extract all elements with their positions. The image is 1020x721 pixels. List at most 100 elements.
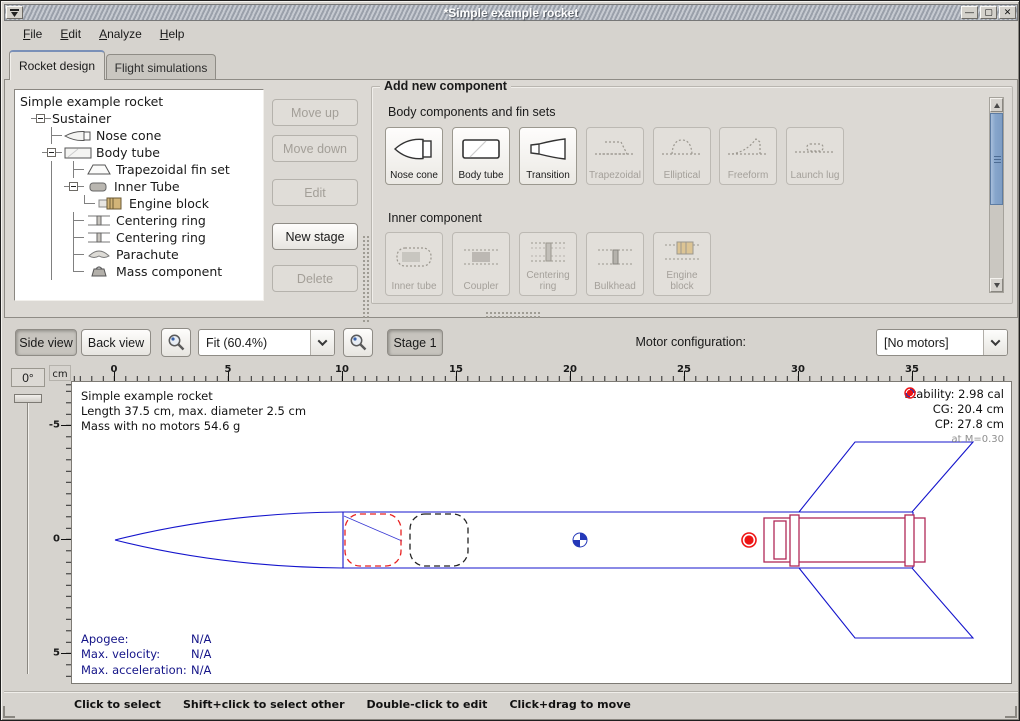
add-launch-lug-button[interactable]: Launch lug	[786, 127, 844, 185]
move-up-button[interactable]: Move up	[272, 99, 358, 126]
add-freeform-fin-button[interactable]: Freeform	[719, 127, 777, 185]
menu-bar: File Edit Analyze Help	[4, 22, 1018, 45]
window-menu-button[interactable]	[6, 6, 23, 19]
horizontal-ruler: 0 5 10 15 20 25 30 35	[71, 365, 1012, 381]
app-window: *Simple example rocket — ▢ ✕ File Edit A…	[0, 0, 1020, 721]
rotation-slider[interactable]	[27, 396, 29, 674]
tree-row-rocket[interactable]: Simple example rocket	[18, 93, 263, 110]
tree-row-nose-cone[interactable]: Nose cone	[18, 127, 263, 144]
engine-block-icon	[97, 197, 125, 210]
velocity-value: N/A	[191, 647, 211, 661]
resize-grip-left[interactable]	[3, 706, 15, 718]
body-section-label: Body components and fin sets	[388, 105, 555, 119]
add-nose-cone-button[interactable]: Nose cone	[385, 127, 443, 185]
rocket-canvas[interactable]: Simple example rocket Length 37.5 cm, ma…	[71, 381, 1012, 684]
add-elliptical-fin-button[interactable]: Elliptical	[653, 127, 711, 185]
cg-marker[interactable]	[573, 533, 587, 547]
horizontal-splitter[interactable]	[485, 311, 541, 318]
scroll-down-button[interactable]	[990, 278, 1003, 292]
tree-row-sustainer[interactable]: Sustainer	[18, 110, 263, 127]
delete-button[interactable]: Delete	[272, 265, 358, 292]
combo-arrow[interactable]	[983, 330, 1007, 355]
hint-double-click: Double-click to edit	[367, 698, 488, 711]
tab-rocket-design[interactable]: Rocket design	[9, 50, 105, 80]
tree-row-centering-ring-1[interactable]: Centering ring	[18, 212, 263, 229]
component-scrollbar[interactable]	[989, 97, 1004, 293]
motor-config-combo[interactable]: [No motors]	[876, 329, 1008, 356]
maximize-button[interactable]: ▢	[980, 6, 997, 19]
vertical-ruler: -5 0 5	[49, 381, 71, 684]
add-component-group: Add new component Body components and fi…	[371, 86, 1013, 304]
add-trapezoidal-fin-button[interactable]: Trapezoidal	[586, 127, 644, 185]
back-view-button[interactable]: Back view	[81, 329, 151, 356]
arrow-up-icon	[994, 103, 1000, 108]
tab-flight-simulations[interactable]: Flight simulations	[106, 54, 216, 80]
zoom-level-combo[interactable]: Fit (60.4%)	[198, 329, 335, 356]
zoom-in-button[interactable]	[343, 328, 373, 357]
hint-shift-click: Shift+click to select other	[183, 698, 345, 711]
cp-marker[interactable]	[742, 533, 756, 547]
rotation-slider-thumb[interactable]	[14, 394, 42, 403]
mass-component-outline[interactable]	[410, 514, 468, 566]
centering-ring-2-outline[interactable]	[905, 515, 914, 566]
zoom-out-button[interactable]	[161, 328, 191, 357]
resize-grip-right[interactable]	[1005, 706, 1017, 718]
expander-icon[interactable]	[36, 114, 45, 123]
side-view-button[interactable]: Side view	[15, 329, 77, 356]
chevron-down-icon	[991, 336, 1001, 346]
nose-cone-icon	[393, 136, 435, 162]
component-tree[interactable]: Simple example rocket Sustainer Nose con…	[14, 89, 264, 301]
inner-tube-icon	[393, 245, 435, 269]
menu-help[interactable]: Help	[151, 24, 194, 44]
add-inner-tube-button[interactable]: Inner tube	[385, 232, 443, 296]
tree-row-body-tube[interactable]: Body tube	[18, 144, 263, 161]
tree-row-fin-set[interactable]: Trapezoidal fin set	[18, 161, 263, 178]
combo-arrow[interactable]	[310, 330, 334, 355]
parachute-outline[interactable]	[345, 514, 401, 566]
add-centering-ring-button[interactable]: Centering ring	[519, 232, 577, 296]
minimize-button[interactable]: —	[961, 6, 978, 19]
fin-bottom-outline[interactable]	[799, 568, 973, 638]
tree-row-centering-ring-2[interactable]: Centering ring	[18, 229, 263, 246]
fin-top-outline[interactable]	[799, 442, 973, 512]
menu-analyze[interactable]: Analyze	[90, 24, 151, 44]
hint-click-drag: Click+drag to move	[509, 698, 630, 711]
add-transition-button[interactable]: Transition	[519, 127, 577, 185]
scroll-up-button[interactable]	[990, 98, 1003, 112]
trapezoidal-fin-icon	[593, 136, 637, 162]
tree-row-inner-tube[interactable]: Inner Tube	[18, 178, 263, 195]
inner-tube-outline[interactable]	[764, 518, 925, 562]
tree-row-engine-block[interactable]: Engine block	[18, 195, 263, 212]
nose-cone-outline[interactable]	[115, 512, 343, 540]
add-bulkhead-button[interactable]: Bulkhead	[586, 232, 644, 296]
expander-icon[interactable]	[69, 182, 78, 191]
rocket-info: Simple example rocket Length 37.5 cm, ma…	[81, 389, 306, 434]
edit-button[interactable]: Edit	[272, 179, 358, 206]
add-coupler-button[interactable]: Coupler	[452, 232, 510, 296]
centering-ring-1-outline[interactable]	[790, 515, 799, 566]
new-stage-button[interactable]: New stage	[272, 223, 358, 250]
menu-edit[interactable]: Edit	[51, 24, 90, 44]
tree-row-parachute[interactable]: Parachute	[18, 246, 263, 263]
nose-cone-outline[interactable]	[115, 540, 343, 568]
expander-icon[interactable]	[47, 148, 56, 157]
add-engine-block-button[interactable]: Engine block	[653, 232, 711, 296]
menu-file[interactable]: File	[14, 24, 51, 44]
close-button[interactable]: ✕	[999, 6, 1016, 19]
acceleration-value: N/A	[191, 663, 211, 677]
tree-row-mass-component[interactable]: Mass component	[18, 263, 263, 280]
rotation-angle-display: 0°	[11, 368, 45, 387]
velocity-label: Max. velocity:	[81, 647, 191, 663]
engine-block-outline[interactable]	[774, 521, 786, 559]
window-menu-icon	[10, 9, 19, 17]
stage-1-toggle[interactable]: Stage 1	[387, 329, 443, 356]
add-body-tube-button[interactable]: Body tube	[452, 127, 510, 185]
move-down-button[interactable]: Move down	[272, 135, 358, 162]
tab-underline	[4, 79, 1018, 80]
mass-component-icon	[86, 265, 112, 278]
scrollbar-thumb[interactable]	[990, 113, 1003, 205]
coupler-icon	[460, 245, 502, 269]
window-title: *Simple example rocket	[5, 6, 1017, 20]
elliptical-fin-icon	[660, 136, 704, 162]
zoom-level-value: Fit (60.4%)	[199, 336, 310, 350]
